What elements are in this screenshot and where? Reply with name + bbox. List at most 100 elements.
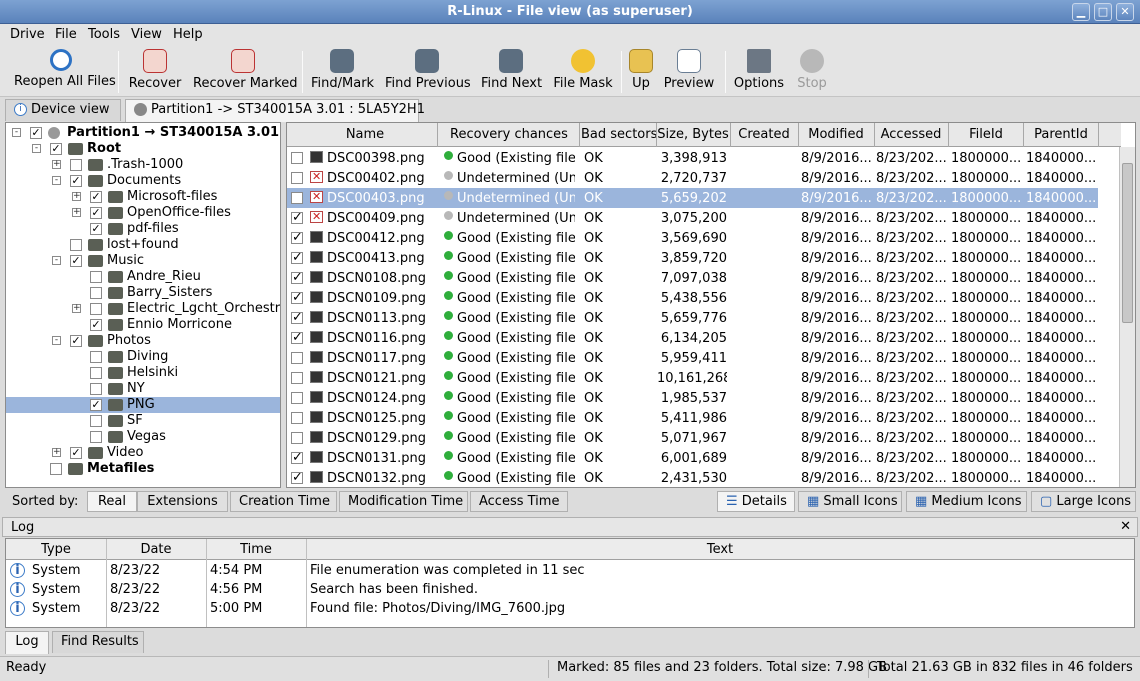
tree-checkbox[interactable] xyxy=(70,239,82,251)
tree-checkbox[interactable]: ✓ xyxy=(30,127,42,139)
menu-file[interactable]: File xyxy=(55,27,77,42)
tree-item[interactable]: - ✓ Documents xyxy=(6,173,280,189)
tree-checkbox[interactable]: ✓ xyxy=(90,191,102,203)
sort-modification-time-button[interactable]: Modification Time xyxy=(339,491,468,512)
tab-log[interactable]: Log xyxy=(5,631,49,654)
sort-access-time-button[interactable]: Access Time xyxy=(470,491,568,512)
file-row[interactable]: DSC00403.png Undetermined (Unfr OK 5,659,20… xyxy=(287,188,1098,208)
scrollbar-thumb[interactable] xyxy=(1122,163,1133,323)
sort-real-button[interactable]: Real xyxy=(87,491,137,512)
tree-item[interactable]: SF xyxy=(6,413,280,429)
view-large-icons-button[interactable]: ▢ Large Icons xyxy=(1031,491,1136,512)
sort-extensions-button[interactable]: Extensions xyxy=(137,491,228,512)
collapse-icon[interactable]: - xyxy=(52,256,61,265)
file-checkbox[interactable]: ✓ xyxy=(291,212,303,224)
tree-item[interactable]: + .Trash-1000 xyxy=(6,157,280,173)
col-accessed[interactable]: Accessed xyxy=(875,127,947,142)
options-button[interactable]: Options xyxy=(733,49,785,95)
log-col-text[interactable]: Text xyxy=(306,542,1134,557)
tree-item[interactable]: Vegas xyxy=(6,429,280,445)
col-recovery[interactable]: Recovery chances xyxy=(439,127,579,142)
tree-checkbox[interactable] xyxy=(90,415,102,427)
up-button[interactable]: Up xyxy=(627,49,655,95)
expand-icon[interactable]: + xyxy=(72,304,81,313)
col-bad-sectors[interactable]: Bad sectors xyxy=(581,127,657,142)
file-row[interactable]: DSCN0117.png Good (Existing file) OK 5,959,… xyxy=(287,348,1098,368)
tree-item[interactable]: lost+found xyxy=(6,237,280,253)
tree-item[interactable]: + Electric_Lgcht_Orchestra xyxy=(6,301,280,317)
file-row[interactable]: DSCN0125.png Good (Existing file) OK 5,411,… xyxy=(287,408,1098,428)
tree-item[interactable]: + ✓ OpenOffice-files xyxy=(6,205,280,221)
file-checkbox[interactable] xyxy=(291,352,303,364)
collapse-icon[interactable]: - xyxy=(32,144,41,153)
log-row[interactable]: i System 8/23/22 4:54 PM File enumeration wa… xyxy=(6,561,1134,580)
file-list[interactable]: Name Recovery chances Bad sectors Size, … xyxy=(286,122,1136,488)
find-previous-button[interactable]: Find Previous xyxy=(385,49,471,95)
tree-item[interactable]: Andre_Rieu xyxy=(6,269,280,285)
file-checkbox[interactable]: ✓ xyxy=(291,292,303,304)
file-row[interactable]: DSCN0121.png Good (Existing file) OK 10,161… xyxy=(287,368,1098,388)
menu-tools[interactable]: Tools xyxy=(88,27,120,42)
file-row[interactable]: ✓ DSC00412.png Good (Existing file) OK 3,569… xyxy=(287,228,1098,248)
file-checkbox[interactable] xyxy=(291,432,303,444)
tree-checkbox[interactable] xyxy=(90,351,102,363)
tree-checkbox[interactable] xyxy=(90,271,102,283)
tree-item[interactable]: - ✓ Partition1 → ST340015A 3.01 xyxy=(6,125,280,141)
file-row[interactable]: ✓ DSCN0132.png Good (Existing file) OK 2,431… xyxy=(287,468,1098,487)
tab-partition[interactable]: Partition1 -> ST340015A 3.01 : 5LA5Y2H1 xyxy=(125,99,425,122)
find-next-button[interactable]: Find Next xyxy=(481,49,542,95)
file-row[interactable]: ✓ DSCN0116.png Good (Existing file) OK 6,134… xyxy=(287,328,1098,348)
tree-item[interactable]: ✓ PNG xyxy=(6,397,280,413)
tree-item[interactable]: Helsinki xyxy=(6,365,280,381)
view-details-button[interactable]: ☰ Details xyxy=(717,491,795,512)
sort-creation-time-button[interactable]: Creation Time xyxy=(230,491,337,512)
expand-icon[interactable]: + xyxy=(52,160,61,169)
tree-checkbox[interactable]: ✓ xyxy=(90,319,102,331)
reopen-all-files-button[interactable]: Reopen All Files xyxy=(14,49,116,95)
file-row[interactable]: ✓ DSCN0108.png Good (Existing file) OK 7,097… xyxy=(287,268,1098,288)
file-checkbox[interactable]: ✓ xyxy=(291,312,303,324)
tree-checkbox[interactable]: ✓ xyxy=(70,335,82,347)
file-checkbox[interactable]: ✓ xyxy=(291,472,303,484)
tree-checkbox[interactable]: ✓ xyxy=(50,143,62,155)
tree-checkbox[interactable]: ✓ xyxy=(70,255,82,267)
file-row[interactable]: ✓ DSCN0109.png Good (Existing file) OK 5,438… xyxy=(287,288,1098,308)
tab-device-view[interactable]: i Device view xyxy=(5,99,121,121)
file-row[interactable]: DSC00402.png Undetermined (Unfr OK 2,720,73… xyxy=(287,168,1098,188)
find-mark-button[interactable]: Find/Mark xyxy=(311,49,374,95)
menu-help[interactable]: Help xyxy=(173,27,203,42)
tree-checkbox[interactable] xyxy=(90,431,102,443)
file-row[interactable]: DSCN0129.png Good (Existing file) OK 5,071,… xyxy=(287,428,1098,448)
recover-button[interactable]: Recover xyxy=(128,49,182,95)
tree-item[interactable]: - ✓ Root xyxy=(6,141,280,157)
file-checkbox[interactable] xyxy=(291,172,303,184)
menu-view[interactable]: View xyxy=(131,27,162,42)
tree-checkbox[interactable] xyxy=(90,383,102,395)
recover-marked-button[interactable]: Recover Marked xyxy=(193,49,298,95)
file-checkbox[interactable]: ✓ xyxy=(291,332,303,344)
expand-icon[interactable]: + xyxy=(72,192,81,201)
log-row[interactable]: i System 8/23/22 4:56 PM Search has been fin… xyxy=(6,580,1134,599)
file-checkbox[interactable] xyxy=(291,392,303,404)
file-row[interactable]: DSCN0124.png Good (Existing file) OK 1,985,… xyxy=(287,388,1098,408)
tree-checkbox[interactable]: ✓ xyxy=(70,447,82,459)
collapse-icon[interactable]: - xyxy=(52,336,61,345)
expand-icon[interactable]: + xyxy=(72,208,81,217)
file-checkbox[interactable] xyxy=(291,412,303,424)
tree-item[interactable]: ✓ Ennio Morricone xyxy=(6,317,280,333)
collapse-icon[interactable]: - xyxy=(52,176,61,185)
tree-item[interactable]: NY xyxy=(6,381,280,397)
file-row[interactable]: ✓ DSCN0131.png Good (Existing file) OK 6,001… xyxy=(287,448,1098,468)
file-checkbox[interactable] xyxy=(291,152,303,164)
tree-checkbox[interactable] xyxy=(90,367,102,379)
tree-checkbox[interactable] xyxy=(90,287,102,299)
col-parentid[interactable]: ParentId xyxy=(1024,127,1098,142)
file-checkbox[interactable]: ✓ xyxy=(291,252,303,264)
file-checkbox[interactable] xyxy=(291,372,303,384)
minimize-button[interactable]: ▁ xyxy=(1072,3,1090,21)
collapse-icon[interactable]: - xyxy=(12,128,21,137)
tree-item[interactable]: Barry_Sisters xyxy=(6,285,280,301)
tree-checkbox[interactable]: ✓ xyxy=(90,223,102,235)
tree-checkbox[interactable] xyxy=(70,159,82,171)
file-checkbox[interactable] xyxy=(291,192,303,204)
